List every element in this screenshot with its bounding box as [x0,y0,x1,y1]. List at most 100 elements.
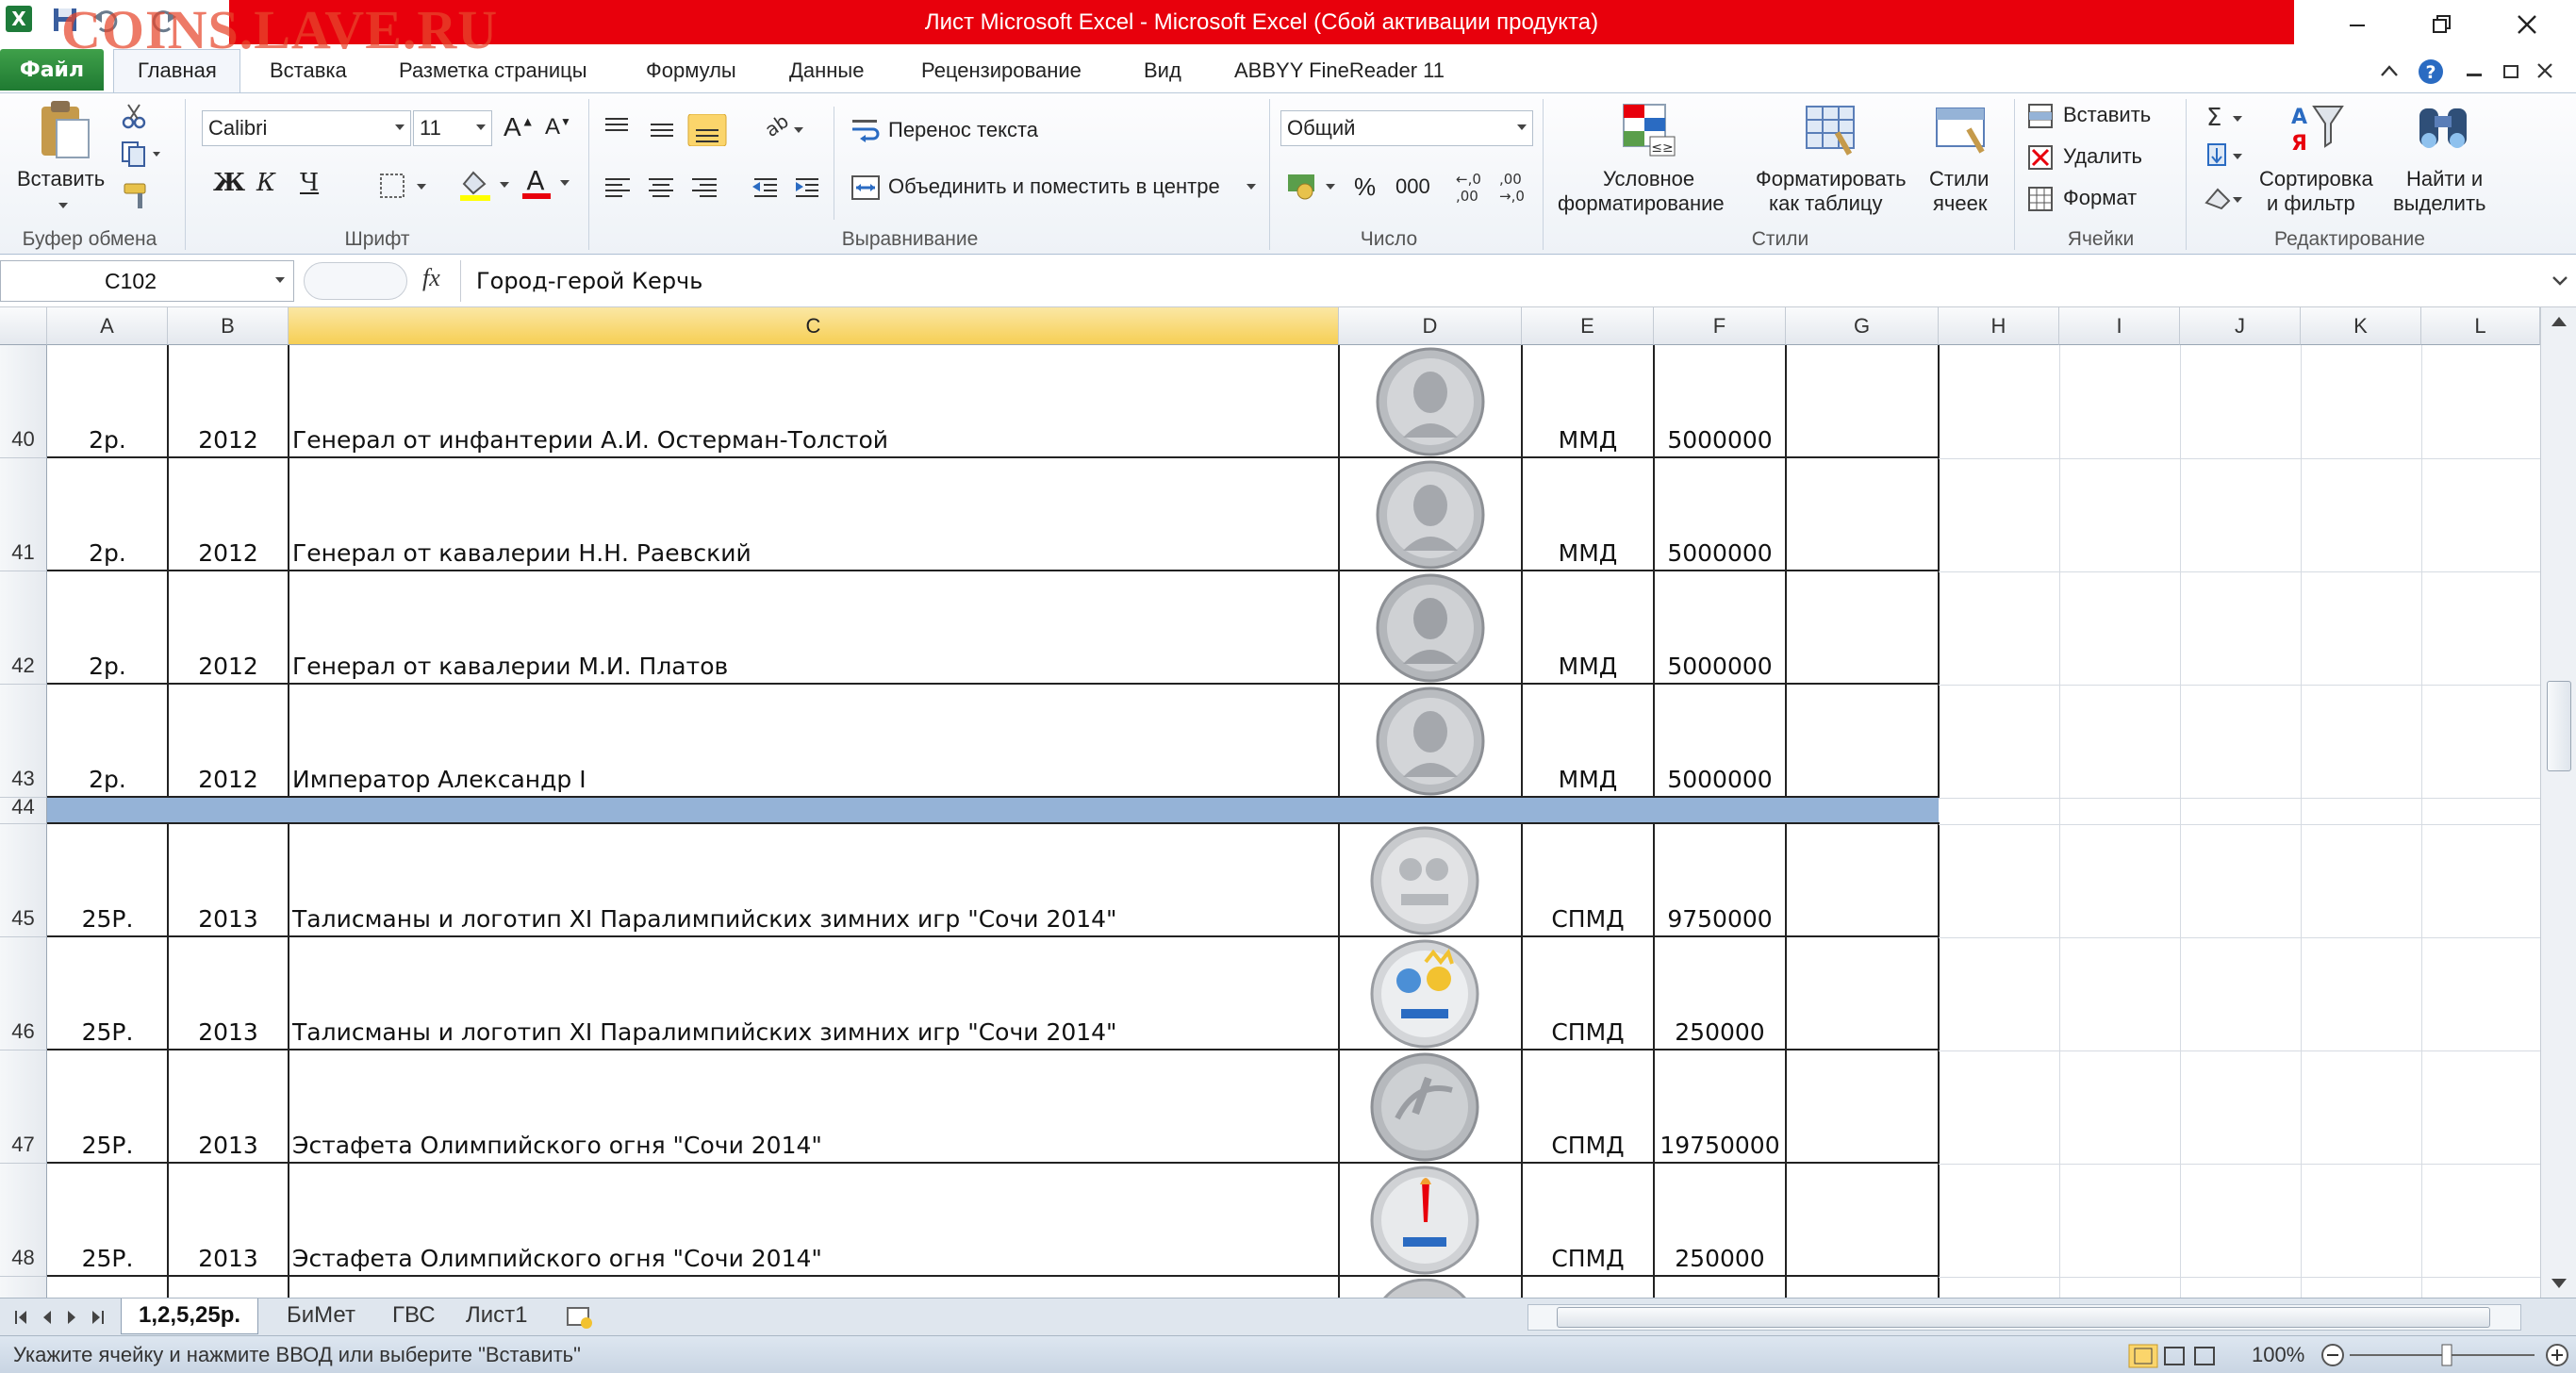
column-header-d[interactable]: D [1339,307,1522,345]
orientation-icon[interactable]: ab [754,114,811,146]
column-header-a[interactable]: A [47,307,168,345]
vertical-scroll-thumb[interactable] [2547,681,2571,771]
tab-data[interactable]: Данные [789,49,864,92]
coin-image[interactable] [1369,939,1480,1049]
sheet-tab-3[interactable]: ГВС [375,1299,453,1334]
cell-a41[interactable]: 2р. [47,539,168,567]
editing-small-icons[interactable]: Σ [2203,103,2248,216]
coin-image[interactable] [1375,573,1486,683]
cell-e40[interactable]: ММД [1522,426,1654,454]
cell-f47[interactable]: 19750000 [1654,1132,1786,1159]
cell-f45[interactable]: 9750000 [1654,905,1786,933]
select-all-corner[interactable] [0,307,47,345]
coin-image[interactable] [1375,686,1486,796]
cell-b47[interactable]: 2013 [168,1132,289,1159]
sheet-tab-4[interactable]: Лист1 [449,1299,545,1334]
sheet-navigation-icons[interactable] [6,1306,119,1329]
horizontal-scrollbar[interactable] [1527,1304,2521,1331]
insert-cells-button[interactable]: Вставить [2063,103,2151,127]
row-header-43[interactable]: 43 [0,685,47,798]
find-select-label-1[interactable]: Найти и [2406,167,2483,191]
vertical-scrollbar[interactable] [2540,307,2576,1298]
cell-c43[interactable]: Император Александр I [292,766,586,793]
column-header-f[interactable]: F [1654,307,1786,345]
cell-e45[interactable]: СПМД [1522,905,1654,933]
cell-e46[interactable]: СПМД [1522,1018,1654,1046]
cell-f48[interactable]: 250000 [1654,1245,1786,1272]
sort-filter-icon[interactable]: АЯ [2286,99,2346,159]
cell-f41[interactable]: 5000000 [1654,539,1786,567]
cell-c40[interactable]: Генерал от инфантерии А.И. Остерман-Толс… [292,426,888,454]
cell-styles-label-2[interactable]: ячеек [1933,191,1987,216]
tab-abbyy[interactable]: ABBYY FineReader 11 [1234,49,1445,92]
format-as-table-icon[interactable] [1803,99,1863,159]
cell-f40[interactable]: 5000000 [1654,426,1786,454]
cell-f46[interactable]: 250000 [1654,1018,1786,1046]
format-cells-button[interactable]: Формат [2063,186,2137,210]
conditional-formatting-icon[interactable]: ≤≥ [1618,99,1678,159]
sort-filter-label-1[interactable]: Сортировка [2259,167,2373,191]
cell-b46[interactable]: 2013 [168,1018,289,1046]
coin-image[interactable] [1369,1166,1480,1275]
separator-row-44[interactable] [47,798,1939,824]
cell-c45[interactable]: Талисманы и логотип XI Паралимпийских зи… [292,905,1117,933]
column-header-k[interactable]: K [2301,307,2421,345]
bold-button[interactable]: Ж [213,169,245,197]
paste-button[interactable]: Вставить [17,167,105,191]
coin-image[interactable] [1375,347,1486,456]
cell-f43[interactable]: 5000000 [1654,766,1786,793]
cell-c48[interactable]: Эстафета Олимпийского огня "Сочи 2014" [292,1245,822,1272]
cell-e41[interactable]: ММД [1522,539,1654,567]
cell-styles-icon[interactable] [1933,99,1993,159]
column-header-j[interactable]: J [2180,307,2301,345]
close-button[interactable] [2485,0,2569,49]
cell-a43[interactable]: 2р. [47,766,168,793]
row-header-47[interactable]: 47 [0,1050,47,1164]
cut-icon[interactable] [121,103,147,129]
sheet-tab-2[interactable]: БиМет [270,1299,372,1334]
cell-a46[interactable]: 25Р. [47,1018,168,1046]
coin-image[interactable] [1369,1052,1480,1162]
cell-styles-label-1[interactable]: Стили [1929,167,1989,191]
underline-button[interactable]: Ч [300,169,319,197]
row-header-41[interactable]: 41 [0,458,47,571]
delete-cells-button[interactable]: Удалить [2063,144,2142,169]
cell-b40[interactable]: 2012 [168,426,289,454]
column-header-c[interactable]: C [289,307,1339,345]
cell-b45[interactable]: 2013 [168,905,289,933]
cell-a48[interactable]: 25Р. [47,1245,168,1272]
cell-a45[interactable]: 25Р. [47,905,168,933]
restore-button[interactable] [2400,0,2485,49]
conditional-formatting-label-1[interactable]: Условное [1603,167,1694,191]
row-header-45[interactable]: 45 [0,824,47,937]
row-header-48[interactable]: 48 [0,1164,47,1277]
zoom-slider[interactable] [2320,1342,2574,1368]
row-header-44[interactable]: 44 [0,797,47,824]
column-header-h[interactable]: H [1939,307,2059,345]
format-as-table-label-1[interactable]: Форматировать [1756,167,1907,191]
cell-e47[interactable]: СПМД [1522,1132,1654,1159]
row-header-49[interactable] [0,1277,47,1298]
name-box[interactable]: C102 [0,260,294,302]
row-header-42[interactable]: 42 [0,571,47,685]
grow-font-button[interactable]: A▲ [504,112,535,142]
decimal-adjust-icons[interactable]: ←,0,00,00→,0 [1452,167,1539,205]
cell-c42[interactable]: Генерал от кавалерии М.И. Платов [292,653,728,680]
scroll-up-icon[interactable] [2549,311,2569,332]
merge-dropdown-caret[interactable] [1247,184,1256,190]
insert-function-icon[interactable]: fx [422,264,440,292]
wrap-text-button[interactable]: Перенос текста [888,118,1038,142]
cell-b43[interactable]: 2012 [168,766,289,793]
cell-c41[interactable]: Генерал от кавалерии Н.Н. Раевский [292,539,751,567]
font-size-dropdown[interactable]: 11 [413,110,492,146]
percent-button[interactable]: % [1354,173,1376,202]
paste-dropdown-caret[interactable] [58,203,68,208]
format-as-table-label-2[interactable]: как таблицу [1769,191,1882,216]
thousands-separator-button[interactable]: 000 [1395,174,1430,199]
tab-review[interactable]: Рецензирование [921,49,1082,92]
formula-bar-splitter[interactable] [304,262,407,300]
fill-color-icon[interactable] [458,169,517,201]
zoom-level[interactable]: 100% [2252,1336,2304,1373]
vertical-align-icons[interactable] [602,114,752,146]
shrink-font-button[interactable]: A▼ [545,114,571,141]
